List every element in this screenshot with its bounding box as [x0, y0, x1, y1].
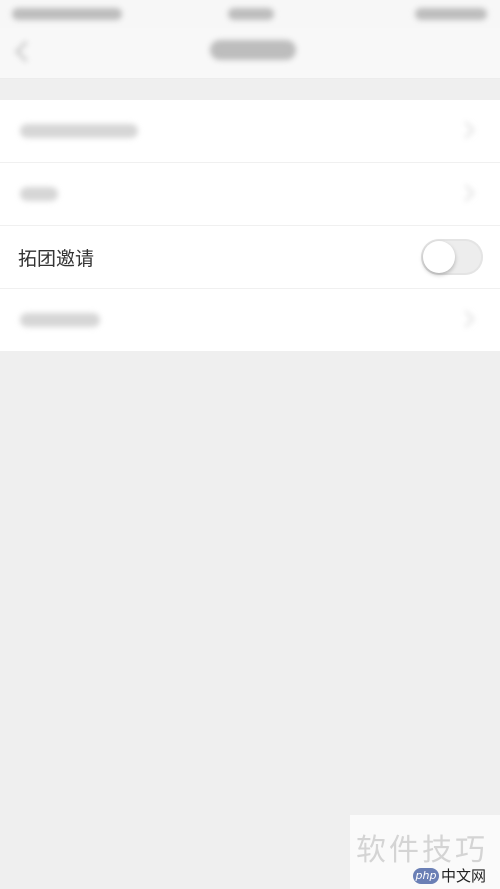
- status-battery-blurred: [415, 8, 487, 20]
- settings-row-label-blurred: [20, 313, 100, 327]
- chevron-right-icon: [457, 310, 475, 328]
- nav-bar: [0, 28, 500, 79]
- settings-row-tuantuan-invite: 拓团邀请: [0, 226, 500, 289]
- settings-row-label: 拓团邀请: [18, 248, 95, 270]
- settings-row-1[interactable]: [0, 100, 500, 163]
- status-carrier-blurred: [12, 8, 122, 20]
- settings-row-label-blurred: [20, 124, 138, 138]
- settings-row-4[interactable]: [0, 289, 500, 351]
- status-bar: [0, 0, 500, 28]
- watermark-title: 软件技巧: [356, 833, 488, 868]
- invite-toggle[interactable]: [421, 239, 483, 275]
- watermark-site-name: 中文网: [441, 867, 487, 885]
- settings-row-label-blurred: [20, 187, 58, 201]
- php-logo-icon: php: [413, 867, 439, 884]
- toggle-knob: [423, 241, 455, 273]
- chevron-left-icon[interactable]: [14, 40, 37, 63]
- watermark-logo: php 中文网: [413, 865, 486, 885]
- chevron-right-icon: [457, 121, 475, 139]
- settings-screen: 拓团邀请 软件技巧 php 中文网: [0, 0, 500, 889]
- watermark: 软件技巧 php 中文网: [350, 815, 500, 889]
- settings-row-2[interactable]: [0, 163, 500, 226]
- chevron-right-icon: [457, 184, 475, 202]
- settings-list: 拓团邀请: [0, 100, 500, 351]
- status-time-blurred: [228, 8, 274, 20]
- page-title-blurred: [210, 40, 296, 60]
